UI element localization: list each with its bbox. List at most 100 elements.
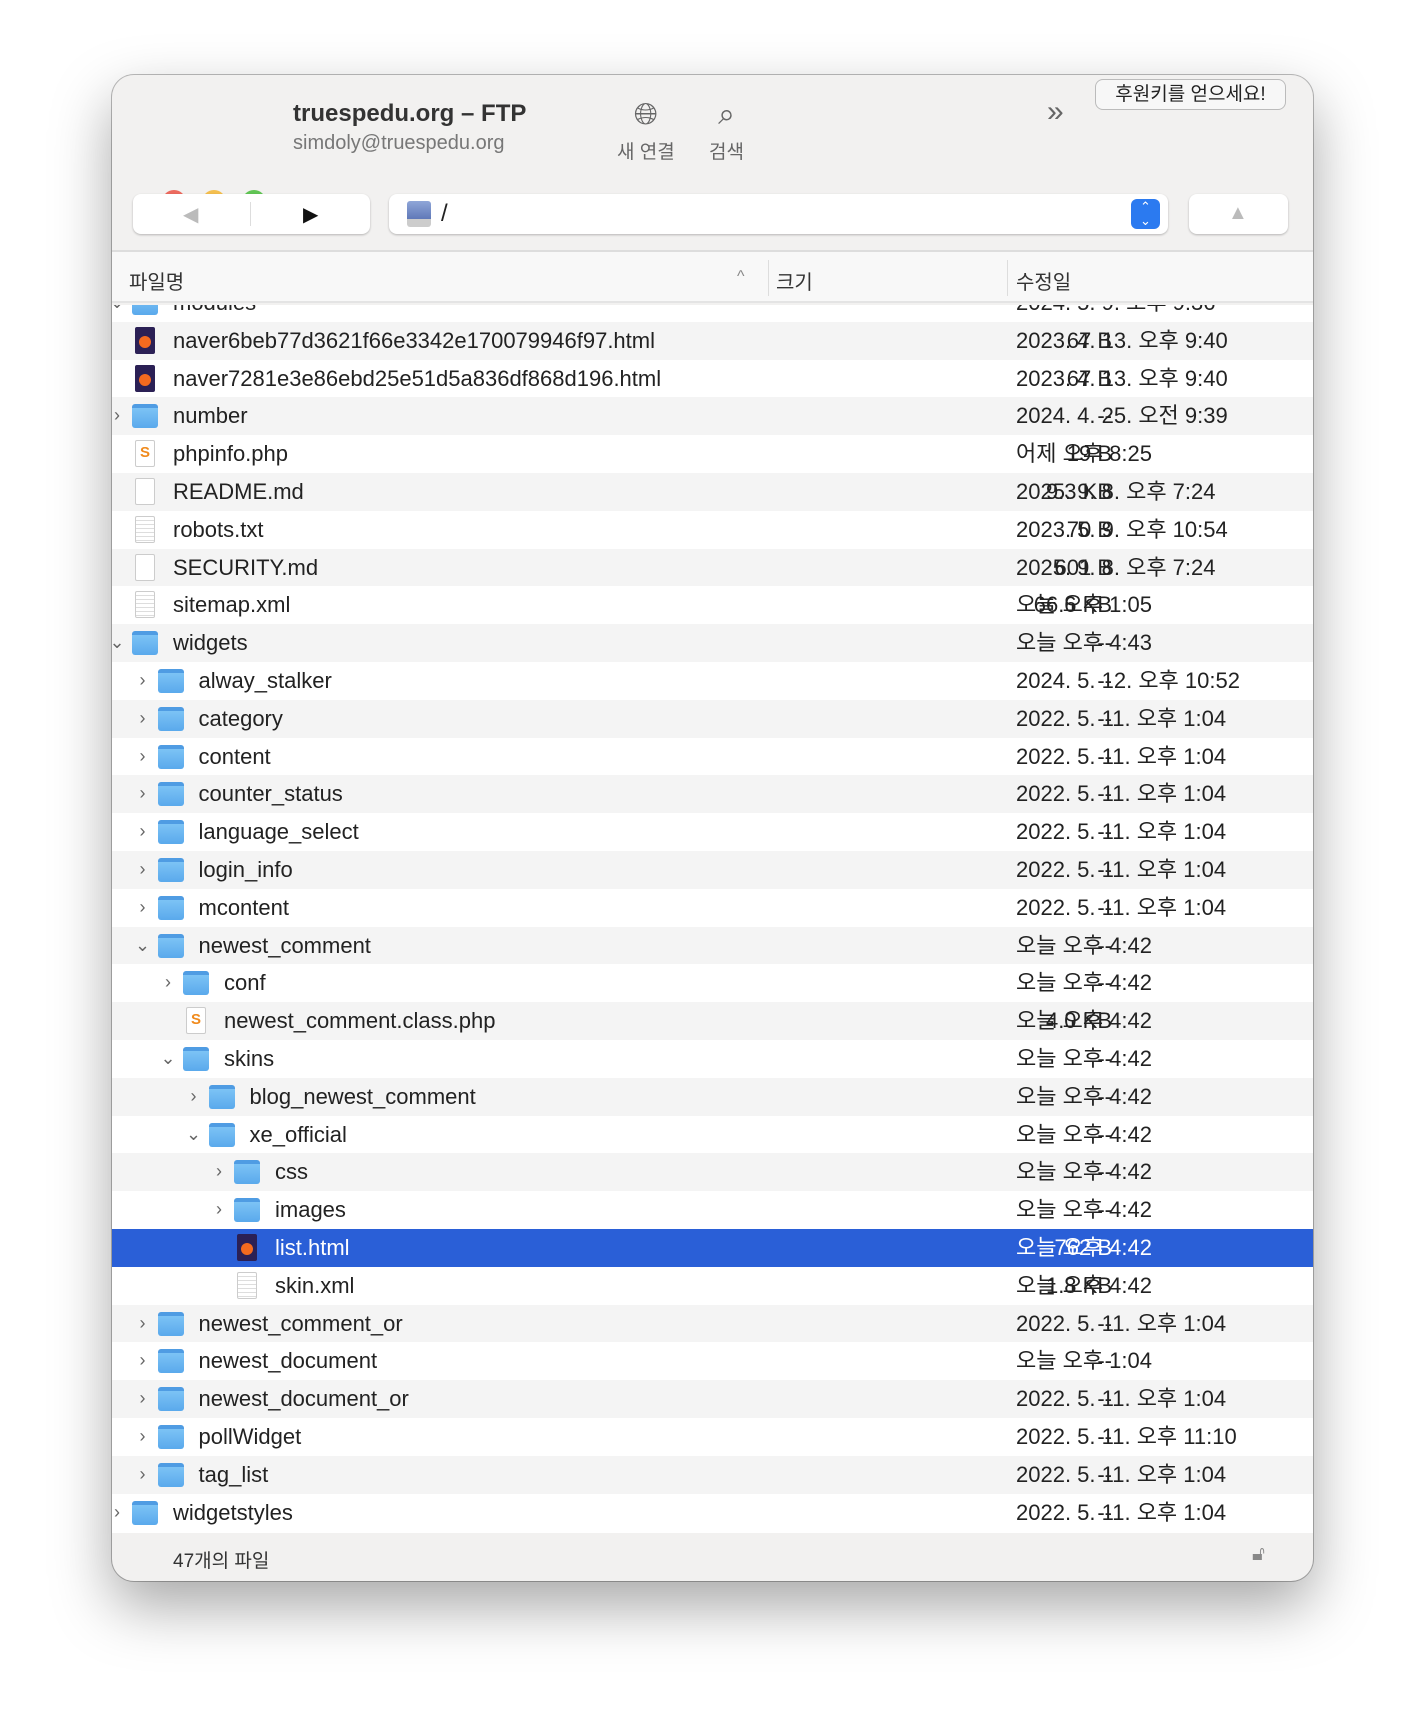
file-row[interactable]: › number -- 2024. 4. 25. 오전 9:39 [112,397,1313,436]
file-row[interactable]: › newest_comment_or -- 2022. 5. 11. 오후 1:04 [112,1304,1313,1343]
file-row[interactable]: README.md 9.3 KB 2025. 9. 8. 오후 7:24 [112,472,1313,511]
chevron-right-icon[interactable]: › [134,1418,152,1456]
chevron-right-icon[interactable]: › [134,1305,152,1343]
file-name: newest_document [198,1348,378,1374]
file-row[interactable]: › pollWidget -- 2022. 5. 11. 오후 11:10 [112,1418,1313,1456]
nav-divider [250,202,251,226]
chevron-down-icon[interactable]: ⌄ [112,624,126,662]
file-name: modules [173,305,256,322]
chevron-down-icon[interactable]: ⌄ [185,1116,203,1154]
chevron-right-icon[interactable]: › [134,775,152,813]
file-row[interactable]: › blog_newest_comment -- 오늘 오후 4:42 [112,1077,1313,1116]
chevron-right-icon[interactable]: › [210,1191,228,1229]
file-row[interactable]: ⌄modules--2024. 5. 9. 오후 9:36 [112,305,1313,322]
chevron-right-icon[interactable]: › [112,397,126,435]
file-row[interactable]: › login_info -- 2022. 5. 11. 오후 1:04 [112,850,1313,889]
file-row[interactable]: › alway_stalker -- 2024. 5. 12. 오후 10:52 [112,662,1313,700]
column-divider[interactable] [1007,260,1008,296]
file-date: 오늘 오후 1:04 [1016,1348,1153,1374]
chevron-down-icon[interactable]: ⌄ [134,927,152,965]
chevron-right-icon[interactable]: › [134,1380,152,1418]
file-row[interactable]: › newest_document -- 오늘 오후 1:04 [112,1342,1313,1380]
file-row[interactable]: skin.xml 1.8 KB 오늘 오후 4:42 [112,1267,1313,1305]
window-title: truespedu.org – FTP [293,100,527,127]
folder-icon [132,404,158,429]
folder-icon [183,1046,209,1071]
unlock-icon[interactable]: 🔓︎ [1252,1543,1265,1566]
back-button[interactable]: ◀ [183,202,198,227]
column-size[interactable]: 크기 [776,266,813,295]
chevron-right-icon[interactable]: › [134,662,152,700]
sponsor-button[interactable]: 후원키를 얻으세요! [1095,79,1286,110]
file-name: blog_newest_comment [249,1083,476,1109]
up-arrow-icon: ▲ [1228,202,1248,224]
file-row[interactable]: › category -- 2022. 5. 11. 오후 1:04 [112,699,1313,738]
file-name: language_select [198,819,359,845]
file-row[interactable]: › images -- 오늘 오후 4:42 [112,1191,1313,1229]
file-row[interactable]: › widgetstyles -- 2022. 5. 11. 오후 1:04 [112,1494,1313,1532]
file-date: 오늘 오후 4:42 [1016,1197,1153,1223]
chevron-right-icon[interactable]: › [134,889,152,927]
file-row[interactable]: › conf -- 오늘 오후 4:42 [112,964,1313,1002]
chevron-down-icon[interactable]: ⌄ [112,305,126,322]
path-selector[interactable]: / ⌃ ⌄ [389,194,1168,234]
file-row[interactable]: SECURITY.md 601 B 2025. 9. 8. 오후 7:24 [112,548,1313,587]
file-row[interactable]: › language_select -- 2022. 5. 11. 오후 1:04 [112,813,1313,851]
file-row[interactable]: phpinfo.php19 B어제 오후 8:25 [112,435,1313,473]
chevron-right-icon[interactable]: › [134,813,152,851]
chevron-right-icon[interactable]: › [112,1494,126,1532]
column-date[interactable]: 수정일 [1016,266,1071,295]
file-row[interactable]: › content -- 2022. 5. 11. 오후 1:04 [112,738,1313,776]
chevron-right-icon[interactable]: › [210,1153,228,1191]
path-value: / [441,200,448,227]
file-name: login_info [198,856,293,882]
folder-icon [157,857,184,882]
file-name: category [198,705,283,731]
forward-button[interactable]: ▶ [303,202,318,227]
file-date: 오늘 오후 1:05 [1016,592,1153,618]
file-date: 2024. 4. 25. 오전 9:39 [1016,403,1228,429]
file-name: widgetstyles [173,1499,293,1525]
file-row[interactable]: › css -- 오늘 오후 4:42 [112,1153,1313,1192]
file-name: images [275,1197,346,1223]
file-row[interactable]: list.html 762 B 오늘 오후 4:42 [112,1228,1313,1267]
file-date: 2025. 9. 8. 오후 7:24 [1016,554,1216,580]
chevron-right-icon[interactable]: › [134,851,152,889]
chevron-updown-icon[interactable]: ⌃ ⌄ [1131,199,1160,229]
file-row[interactable]: newest_comment.class.php4.0 KB오늘 오후 4:42 [112,1002,1313,1040]
file-name: alway_stalker [198,667,332,693]
file-row[interactable]: naver6beb77d3621f66e3342e170079946f97.ht… [112,321,1313,360]
file-date: 오늘 오후 4:42 [1016,1272,1153,1298]
file-row[interactable]: ⌄ skins -- 오늘 오후 4:42 [112,1040,1313,1078]
chevron-right-icon[interactable]: › [134,700,152,738]
chevron-right-icon[interactable]: › [134,1342,152,1380]
chevron-down-icon[interactable]: ⌄ [159,1040,177,1078]
file-row[interactable]: ⌄ newest_comment -- 오늘 오후 4:42 [112,926,1313,965]
file-row[interactable]: › counter_status -- 2022. 5. 11. 오후 1:04 [112,775,1313,814]
search-button[interactable]: ⌕ 검색 [709,93,744,164]
parent-folder-button[interactable]: ▲ [1189,194,1288,234]
status-bar: 47개의 파일 🔓︎ [112,1533,1313,1581]
file-name: counter_status [198,781,343,807]
toolbar-overflow-icon[interactable]: » [1047,95,1064,129]
column-name[interactable]: 파일명 [129,266,184,295]
column-divider[interactable] [768,260,769,296]
file-row[interactable]: › newest_document_or -- 2022. 5. 11. 오후 1:0… [112,1380,1313,1418]
file-row[interactable]: ⌄ widgets -- 오늘 오후 4:43 [112,624,1313,662]
chevron-right-icon[interactable]: › [159,964,177,1002]
globe-plus-icon: 🌐︎ [633,98,658,131]
document-icon [135,591,155,619]
file-row[interactable]: sitemap.xml 66.6 KB 오늘 오후 1:05 [112,586,1313,624]
file-row[interactable]: ⌄ xe_official -- 오늘 오후 4:42 [112,1116,1313,1154]
file-row[interactable]: › tag_list -- 2022. 5. 11. 오후 1:04 [112,1455,1313,1494]
document-icon [237,1271,257,1299]
new-connection-button[interactable]: 🌐︎ 새 연결 [617,93,675,164]
folder-icon [234,1160,260,1185]
file-date: 2022. 5. 11. 오후 1:04 [1016,856,1227,882]
chevron-right-icon[interactable]: › [134,738,152,776]
file-row[interactable]: › mcontent -- 2022. 5. 11. 오후 1:04 [112,889,1313,927]
chevron-right-icon[interactable]: › [185,1078,203,1116]
file-row[interactable]: naver7281e3e86ebd25e51d5a836df868d196.ht… [112,360,1313,398]
file-row[interactable]: robots.txt 70 B 2023. 5. 9. 오후 10:54 [112,511,1313,549]
chevron-right-icon[interactable]: › [134,1456,152,1494]
